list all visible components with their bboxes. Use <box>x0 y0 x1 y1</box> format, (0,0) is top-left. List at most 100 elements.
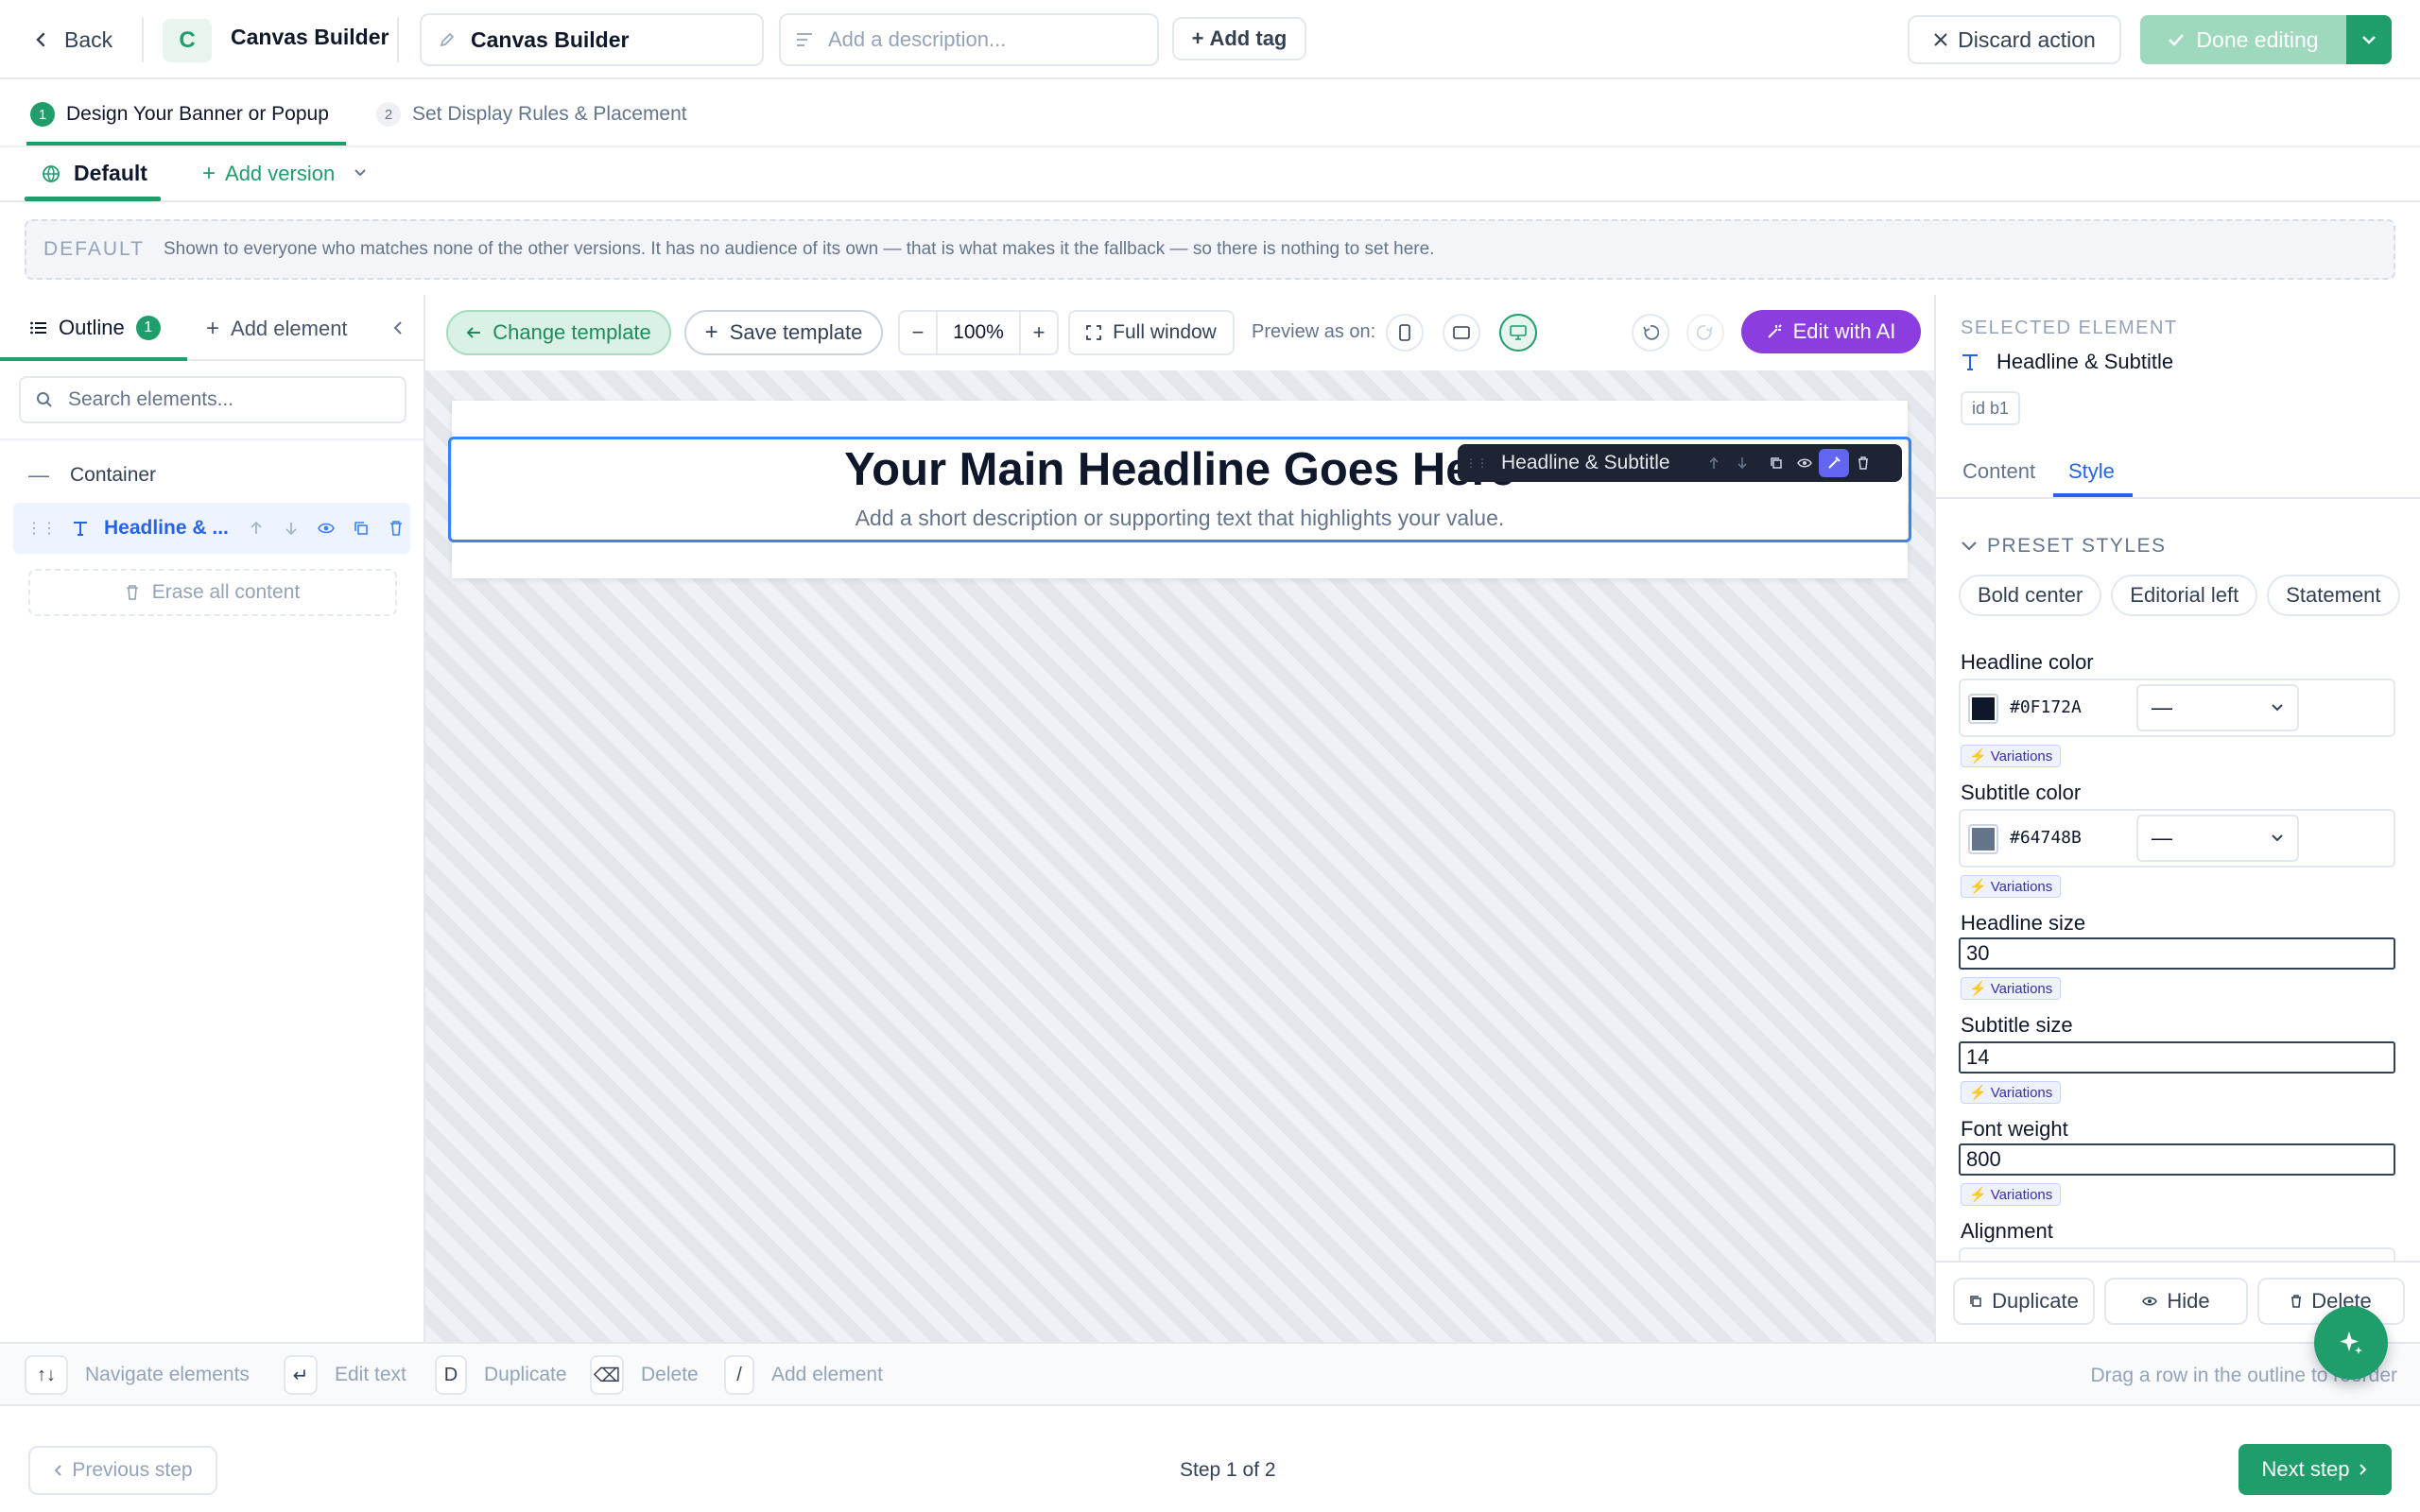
version-dropdown-button[interactable] <box>354 168 367 178</box>
headline-size-variations[interactable]: ⚡ Variations <box>1961 977 2062 1000</box>
globe-icon <box>42 164 60 183</box>
design-canvas[interactable]: Your Main Headline Goes Here Add a short… <box>425 370 1934 1342</box>
floating-element-label: Headline & Subtitle <box>1501 452 1670 473</box>
duplicate-icon[interactable] <box>1762 449 1790 477</box>
save-template-button[interactable]: + Save template <box>684 310 883 355</box>
plus-icon: + <box>704 319 718 345</box>
shortcut-key: ⌫ <box>590 1355 624 1395</box>
tab-style[interactable]: Style <box>2068 459 2115 484</box>
full-window-button[interactable]: Full window <box>1068 310 1235 355</box>
done-menu-button[interactable] <box>2346 15 2392 64</box>
subtitle-color-label: Subtitle color <box>1961 781 2082 804</box>
trash-icon[interactable] <box>383 514 410 542</box>
chevron-down-icon <box>2271 833 2284 843</box>
subtitle-size-input[interactable]: 14 <box>1959 1041 2395 1074</box>
step-label: Set Display Rules & Placement <box>412 103 687 125</box>
preview-mobile-button[interactable] <box>1386 314 1424 352</box>
zoom-level: 100% <box>936 312 1021 353</box>
subtitle-size-variations[interactable]: ⚡ Variations <box>1961 1081 2062 1104</box>
eye-icon[interactable] <box>1790 449 1819 477</box>
description-field[interactable]: Add a description... <box>779 13 1159 66</box>
back-label: Back <box>64 26 113 52</box>
divider <box>1936 497 2420 499</box>
default-info-banner: DEFAULT Shown to everyone who matches no… <box>25 219 2395 280</box>
step-number: 1 <box>30 102 55 127</box>
headline-color-value[interactable]: #0F172A <box>2010 697 2082 717</box>
preset-statement[interactable]: Statement <box>2267 575 2400 616</box>
preview-tablet-button[interactable] <box>1443 314 1480 352</box>
shortcut-key: D <box>435 1355 467 1395</box>
version-tabs: Default + Add version <box>0 147 2420 202</box>
step-tab-design[interactable]: 1 Design Your Banner or Popup <box>30 102 329 127</box>
banner-subtitle[interactable]: Add a short description or supporting te… <box>451 506 1909 531</box>
zoom-control: − 100% + <box>898 310 1059 355</box>
title-field[interactable]: Canvas Builder <box>420 13 764 66</box>
step-label: Design Your Banner or Popup <box>66 103 329 125</box>
move-down-icon[interactable] <box>277 514 304 542</box>
drag-handle-icon[interactable]: ⋮⋮ <box>26 519 57 538</box>
mobile-icon <box>1399 324 1410 341</box>
add-tag-button[interactable]: + Add tag <box>1172 17 1306 60</box>
chevron-left-icon <box>32 30 51 49</box>
drag-handle-icon[interactable]: ⋮⋮ <box>1465 456 1488 470</box>
wizard-footer: Previous step Step 1 of 2 Next step <box>0 1406 2420 1512</box>
element-id-badge: id b1 <box>1961 391 2021 425</box>
outline-item-headline[interactable]: ⋮⋮ Headline & ... <box>13 503 410 554</box>
undo-button[interactable] <box>1632 314 1669 352</box>
zoom-out-button[interactable]: − <box>900 320 936 345</box>
trash-icon[interactable] <box>1849 449 1877 477</box>
move-down-icon[interactable] <box>1728 449 1756 477</box>
outline-count-badge: 1 <box>135 316 161 340</box>
version-underline <box>25 197 161 201</box>
font-weight-input[interactable]: 800 <box>1959 1143 2395 1176</box>
edit-style-button[interactable] <box>1819 449 1849 477</box>
divider <box>0 438 424 440</box>
back-button[interactable]: Back <box>32 21 112 59</box>
preset-editorial-left[interactable]: Editorial left <box>2111 575 2258 616</box>
eye-icon[interactable] <box>312 514 339 542</box>
duplicate-icon[interactable] <box>348 514 375 542</box>
erase-all-button[interactable]: Erase all content <box>28 569 397 616</box>
redo-button[interactable] <box>1686 314 1724 352</box>
ai-assistant-button[interactable] <box>2314 1306 2388 1380</box>
search-input[interactable]: Search elements... <box>19 376 406 423</box>
search-icon <box>36 391 53 408</box>
edit-with-ai-button[interactable]: Edit with AI <box>1741 310 1921 353</box>
preview-desktop-button[interactable] <box>1499 314 1537 352</box>
shortcut-duplicate: D Duplicate <box>435 1355 567 1395</box>
tab-outline[interactable]: Outline 1 <box>30 316 161 340</box>
subtitle-color-variations[interactable]: ⚡ Variations <box>1961 875 2062 898</box>
duplicate-button[interactable]: Duplicate <box>1953 1278 2095 1325</box>
headline-size-input[interactable]: 30 <box>1959 937 2395 970</box>
preset-styles-toggle[interactable]: PRESET STYLES <box>1961 535 2167 558</box>
step-underline <box>26 142 346 146</box>
undo-icon <box>1642 324 1659 341</box>
subtitle-color-select[interactable]: — <box>2136 815 2299 862</box>
subtitle-color-value[interactable]: #64748B <box>2010 828 2082 848</box>
zoom-in-button[interactable]: + <box>1021 320 1057 345</box>
change-template-button[interactable]: Change template <box>446 310 671 355</box>
move-up-icon[interactable] <box>1700 449 1728 477</box>
headline-color-swatch[interactable] <box>1968 694 1998 724</box>
previous-step-button[interactable]: Previous step <box>28 1446 217 1495</box>
version-tab-default[interactable]: Default <box>42 161 147 186</box>
next-step-button[interactable]: Next step <box>2238 1444 2392 1495</box>
tab-add-element[interactable]: + Add element <box>206 316 348 342</box>
headline-color-select[interactable]: — <box>2136 684 2299 731</box>
hide-button[interactable]: Hide <box>2104 1278 2248 1325</box>
step-tab-rules[interactable]: 2 Set Display Rules & Placement <box>376 102 687 127</box>
list-icon <box>30 320 47 335</box>
discard-button[interactable]: Discard action <box>1908 15 2121 64</box>
preset-bold-center[interactable]: Bold center <box>1959 575 2102 616</box>
add-version-button[interactable]: + Add version <box>202 161 335 187</box>
preview-as-label: Preview as on: <box>1252 321 1376 342</box>
collapse-icon: — <box>28 463 49 487</box>
collapse-panel-button[interactable] <box>391 319 405 336</box>
subtitle-color-swatch[interactable] <box>1968 824 1998 854</box>
done-editing-button[interactable]: Done editing <box>2140 15 2346 64</box>
tab-content[interactable]: Content <box>1962 459 2035 484</box>
font-weight-variations[interactable]: ⚡ Variations <box>1961 1183 2062 1206</box>
outline-container-row[interactable]: — Container <box>28 463 156 488</box>
headline-color-variations[interactable]: ⚡ Variations <box>1961 745 2062 767</box>
move-up-icon[interactable] <box>242 514 269 542</box>
